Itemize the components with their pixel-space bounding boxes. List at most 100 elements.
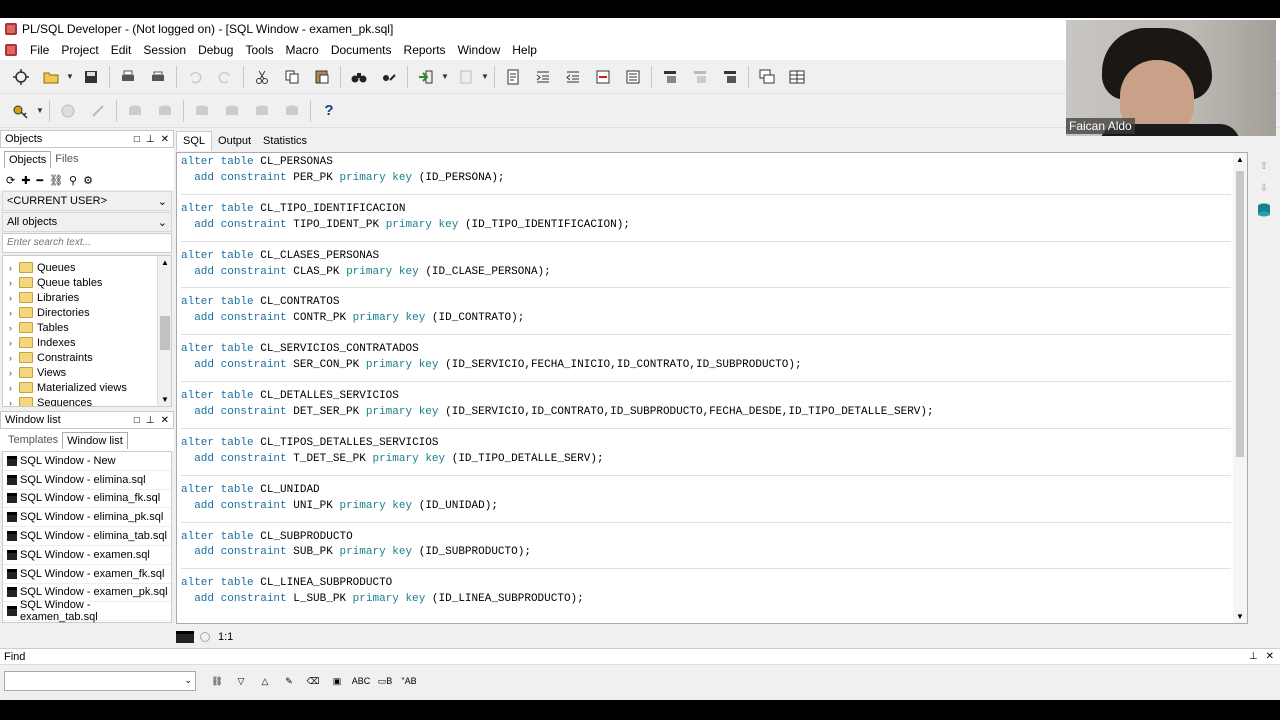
sql-line-alter[interactable]: alter table CL_TIPO_IDENTIFICACION	[181, 202, 1231, 218]
tree-scroll-thumb[interactable]	[160, 316, 170, 350]
menu-edit[interactable]: Edit	[105, 43, 138, 57]
sql-editor[interactable]: alter table CL_PERSONAS add constraint P…	[176, 152, 1248, 624]
tab-templates[interactable]: Templates	[4, 432, 62, 448]
db-explain-icon[interactable]	[187, 98, 217, 124]
comment-icon[interactable]	[588, 64, 618, 90]
db-rollback-icon[interactable]	[150, 98, 180, 124]
sql-line-alter[interactable]: alter table CL_CONTRATOS	[181, 295, 1231, 311]
menu-session[interactable]: Session	[137, 43, 192, 57]
sql-line-alter[interactable]: alter table CL_LINEA_SUBPRODUCTO	[181, 576, 1231, 592]
commit-icon[interactable]	[53, 98, 83, 124]
sql-line-alter[interactable]: alter table CL_SUBPRODUCTO	[181, 530, 1231, 546]
menu-file[interactable]: File	[24, 43, 55, 57]
tab-files[interactable]: Files	[51, 151, 82, 167]
compile-all-icon[interactable]	[685, 64, 715, 90]
user-combo[interactable]: <CURRENT USER> ⌄	[2, 191, 172, 211]
sql-code[interactable]: alter table CL_PERSONAS add constraint P…	[181, 155, 1231, 608]
sql-line-constraint[interactable]: add constraint SER_CON_PK primary key (I…	[181, 358, 1231, 374]
window-list-item[interactable]: SQL Window - elimina_fk.sql	[3, 490, 171, 509]
regex-icon[interactable]: "AB	[398, 671, 420, 691]
arrow-down-icon[interactable]: ⇩	[1256, 180, 1272, 196]
expand-icon[interactable]: ›	[9, 353, 19, 363]
expand-icon[interactable]: ›	[9, 308, 19, 318]
tab-objects[interactable]: Objects	[4, 150, 52, 168]
clear-highlight-icon[interactable]: ⌫	[302, 671, 324, 691]
window-list-item[interactable]: SQL Window - examen_fk.sql	[3, 565, 171, 584]
chevron-down-icon[interactable]: ⌄	[184, 675, 192, 686]
execute-icon[interactable]	[411, 64, 441, 90]
expand-icon[interactable]: ›	[9, 323, 19, 333]
close-icon[interactable]: ✕	[161, 134, 169, 145]
menu-project[interactable]: Project	[55, 43, 104, 57]
find-previous-icon[interactable]: △	[254, 671, 276, 691]
whole-word-icon[interactable]: ▭B	[374, 671, 396, 691]
undo-icon[interactable]	[180, 64, 210, 90]
break-dropdown-icon[interactable]: ▼	[481, 72, 491, 81]
pin-icon[interactable]: ⊥	[146, 415, 155, 426]
windows-cascade-icon[interactable]	[752, 64, 782, 90]
save-icon[interactable]	[76, 64, 106, 90]
editor-scrollbar[interactable]: ▲ ▼	[1233, 153, 1247, 623]
sql-line-constraint[interactable]: add constraint TIPO_IDENT_PK primary key…	[181, 218, 1231, 234]
window-list-item[interactable]: SQL Window - elimina_tab.sql	[3, 527, 171, 546]
database-icon[interactable]	[1256, 202, 1272, 218]
paste-icon[interactable]	[307, 64, 337, 90]
tree-item-tables[interactable]: › Tables	[3, 320, 171, 335]
scroll-up-icon[interactable]: ▲	[1236, 155, 1244, 164]
indent-icon[interactable]	[528, 64, 558, 90]
sql-line-constraint[interactable]: add constraint DET_SER_PK primary key (I…	[181, 405, 1231, 421]
menu-macro[interactable]: Macro	[279, 43, 324, 57]
print-icon[interactable]	[113, 64, 143, 90]
menu-reports[interactable]: Reports	[398, 43, 452, 57]
scroll-down-icon[interactable]: ▼	[158, 395, 171, 404]
expand-icon[interactable]: ›	[9, 398, 19, 407]
expand-icon[interactable]: ›	[9, 263, 19, 273]
new-icon[interactable]	[6, 64, 36, 90]
open-folder-icon[interactable]	[36, 64, 66, 90]
menu-debug[interactable]: Debug	[192, 43, 239, 57]
tree-item-indexes[interactable]: › Indexes	[3, 335, 171, 350]
menu-window[interactable]: Window	[452, 43, 507, 57]
replace-icon[interactable]	[374, 64, 404, 90]
sql-line-constraint[interactable]: add constraint L_SUB_PK primary key (ID_…	[181, 592, 1231, 608]
sql-line-alter[interactable]: alter table CL_DETALLES_SERVICIOS	[181, 389, 1231, 405]
sql-line-constraint[interactable]: add constraint CONTR_PK primary key (ID_…	[181, 311, 1231, 327]
arrow-up-icon[interactable]: ⇧	[1256, 158, 1272, 174]
tab-statistics[interactable]: Statistics	[257, 135, 313, 147]
db-trace-icon[interactable]	[247, 98, 277, 124]
tab-output[interactable]: Output	[212, 135, 257, 147]
float-icon[interactable]: □	[134, 415, 140, 426]
find-binoculars-icon[interactable]	[344, 64, 374, 90]
selection-icon[interactable]: ▣	[326, 671, 348, 691]
unindent-icon[interactable]	[558, 64, 588, 90]
sql-line-constraint[interactable]: add constraint T_DET_SE_PK primary key (…	[181, 452, 1231, 468]
print-preview-icon[interactable]	[143, 64, 173, 90]
tree-scrollbar[interactable]: ▲ ▼	[157, 256, 171, 406]
sql-line-constraint[interactable]: add constraint UNI_PK primary key (ID_UN…	[181, 499, 1231, 515]
scroll-up-icon[interactable]: ▲	[158, 258, 171, 267]
close-icon[interactable]: ✕	[1266, 651, 1274, 662]
windows-tile-icon[interactable]	[782, 64, 812, 90]
sql-line-alter[interactable]: alter table CL_PERSONAS	[181, 155, 1231, 171]
db-commit-icon[interactable]	[120, 98, 150, 124]
window-list-item[interactable]: SQL Window - New	[3, 452, 171, 471]
document-icon[interactable]	[498, 64, 528, 90]
sql-line-alter[interactable]: alter table CL_TIPOS_DETALLES_SERVICIOS	[181, 436, 1231, 452]
sql-line-constraint[interactable]: add constraint SUB_PK primary key (ID_SU…	[181, 545, 1231, 561]
open-dropdown-icon[interactable]: ▼	[66, 72, 76, 81]
close-icon[interactable]: ✕	[161, 415, 169, 426]
tab-sql[interactable]: SQL	[176, 131, 213, 151]
remove-icon[interactable]: ━	[36, 174, 43, 187]
expand-icon[interactable]: ›	[9, 383, 19, 393]
tree-item-queue-tables[interactable]: › Queue tables	[3, 275, 171, 290]
tree-item-queues[interactable]: › Queues	[3, 260, 171, 275]
expand-icon[interactable]: ›	[9, 368, 19, 378]
scroll-down-icon[interactable]: ▼	[1236, 612, 1244, 621]
db-session-icon[interactable]	[217, 98, 247, 124]
tree-item-constraints[interactable]: › Constraints	[3, 350, 171, 365]
tree-item-directories[interactable]: › Directories	[3, 305, 171, 320]
menu-help[interactable]: Help	[506, 43, 543, 57]
db-stats-icon[interactable]	[277, 98, 307, 124]
sql-line-alter[interactable]: alter table CL_UNIDAD	[181, 483, 1231, 499]
find-binoculars-icon[interactable]: ⛓	[206, 671, 228, 691]
